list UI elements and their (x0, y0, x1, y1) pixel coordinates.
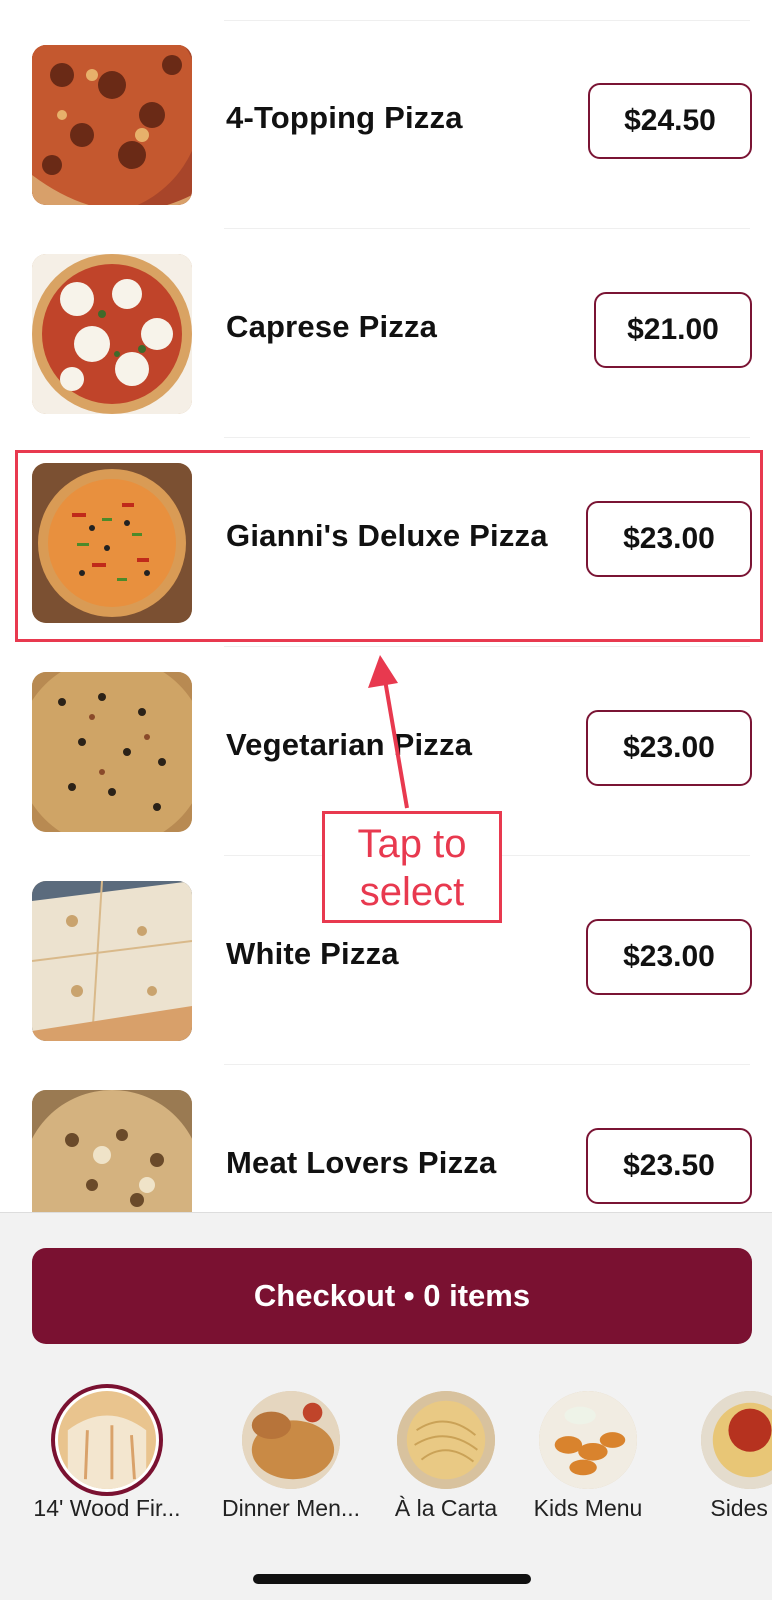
category-image (701, 1391, 772, 1489)
callout-line-2: select (359, 870, 465, 914)
menu-item-meat-lovers-pizza[interactable]: Meat Lovers Pizza $23.50 (0, 1065, 772, 1212)
category-sides[interactable]: Sides & (665, 1373, 772, 1543)
price-button[interactable]: $23.00 (586, 501, 752, 577)
item-name: Vegetarian Pizza (226, 727, 473, 762)
item-name: 4-Topping Pizza (226, 100, 463, 135)
callout-line-1: Tap to (357, 822, 467, 866)
pizza-thumbnail (32, 463, 192, 623)
category-label: Kids Menu (533, 1495, 643, 1521)
category-bar[interactable]: 14' Wood Fir... Dinner Men... À la Carta… (0, 1373, 772, 1553)
category-wood-fired[interactable]: 14' Wood Fir... (22, 1373, 192, 1543)
pizza-thumbnail (32, 881, 192, 1041)
item-name: Caprese Pizza (226, 309, 438, 344)
category-image (539, 1391, 637, 1489)
category-image (51, 1384, 163, 1496)
category-label: 14' Wood Fir... (33, 1495, 181, 1521)
pizza-thumbnail (32, 672, 192, 832)
menu-item-caprese-pizza[interactable]: Caprese Pizza $21.00 (0, 229, 772, 438)
checkout-button[interactable]: Checkout • 0 items (32, 1248, 752, 1344)
bottom-panel: Checkout • 0 items 14' Wood Fir... Dinne… (0, 1212, 772, 1600)
menu-item-4-topping-pizza[interactable]: 4-Topping Pizza $24.50 (0, 20, 772, 229)
item-name: Meat Lovers Pizza (226, 1145, 497, 1180)
category-image (242, 1391, 340, 1489)
menu-item-giannis-deluxe-pizza[interactable]: Gianni's Deluxe Pizza $23.00 (0, 438, 772, 647)
category-image (397, 1391, 495, 1489)
category-dinner-menu[interactable]: Dinner Men... (206, 1373, 376, 1543)
category-kids-menu[interactable]: Kids Menu (503, 1373, 673, 1543)
price-button[interactable]: $24.50 (588, 83, 752, 159)
item-name: Gianni's Deluxe Pizza (226, 518, 548, 553)
pizza-thumbnail (32, 45, 192, 205)
price-button[interactable]: $23.00 (586, 710, 752, 786)
category-label: Dinner Men... (221, 1495, 361, 1521)
price-button[interactable]: $21.00 (594, 292, 752, 368)
tutorial-callout: Tap to select (322, 811, 502, 923)
price-button[interactable]: $23.50 (586, 1128, 752, 1204)
home-indicator (253, 1574, 531, 1584)
price-button[interactable]: $23.00 (586, 919, 752, 995)
pizza-thumbnail (32, 254, 192, 414)
category-label: Sides & (710, 1495, 772, 1521)
pizza-thumbnail (32, 1090, 192, 1212)
menu-list[interactable]: 4-Topping Pizza $24.50 Caprese Pizza $21… (0, 0, 772, 1212)
item-name: White Pizza (226, 936, 399, 971)
